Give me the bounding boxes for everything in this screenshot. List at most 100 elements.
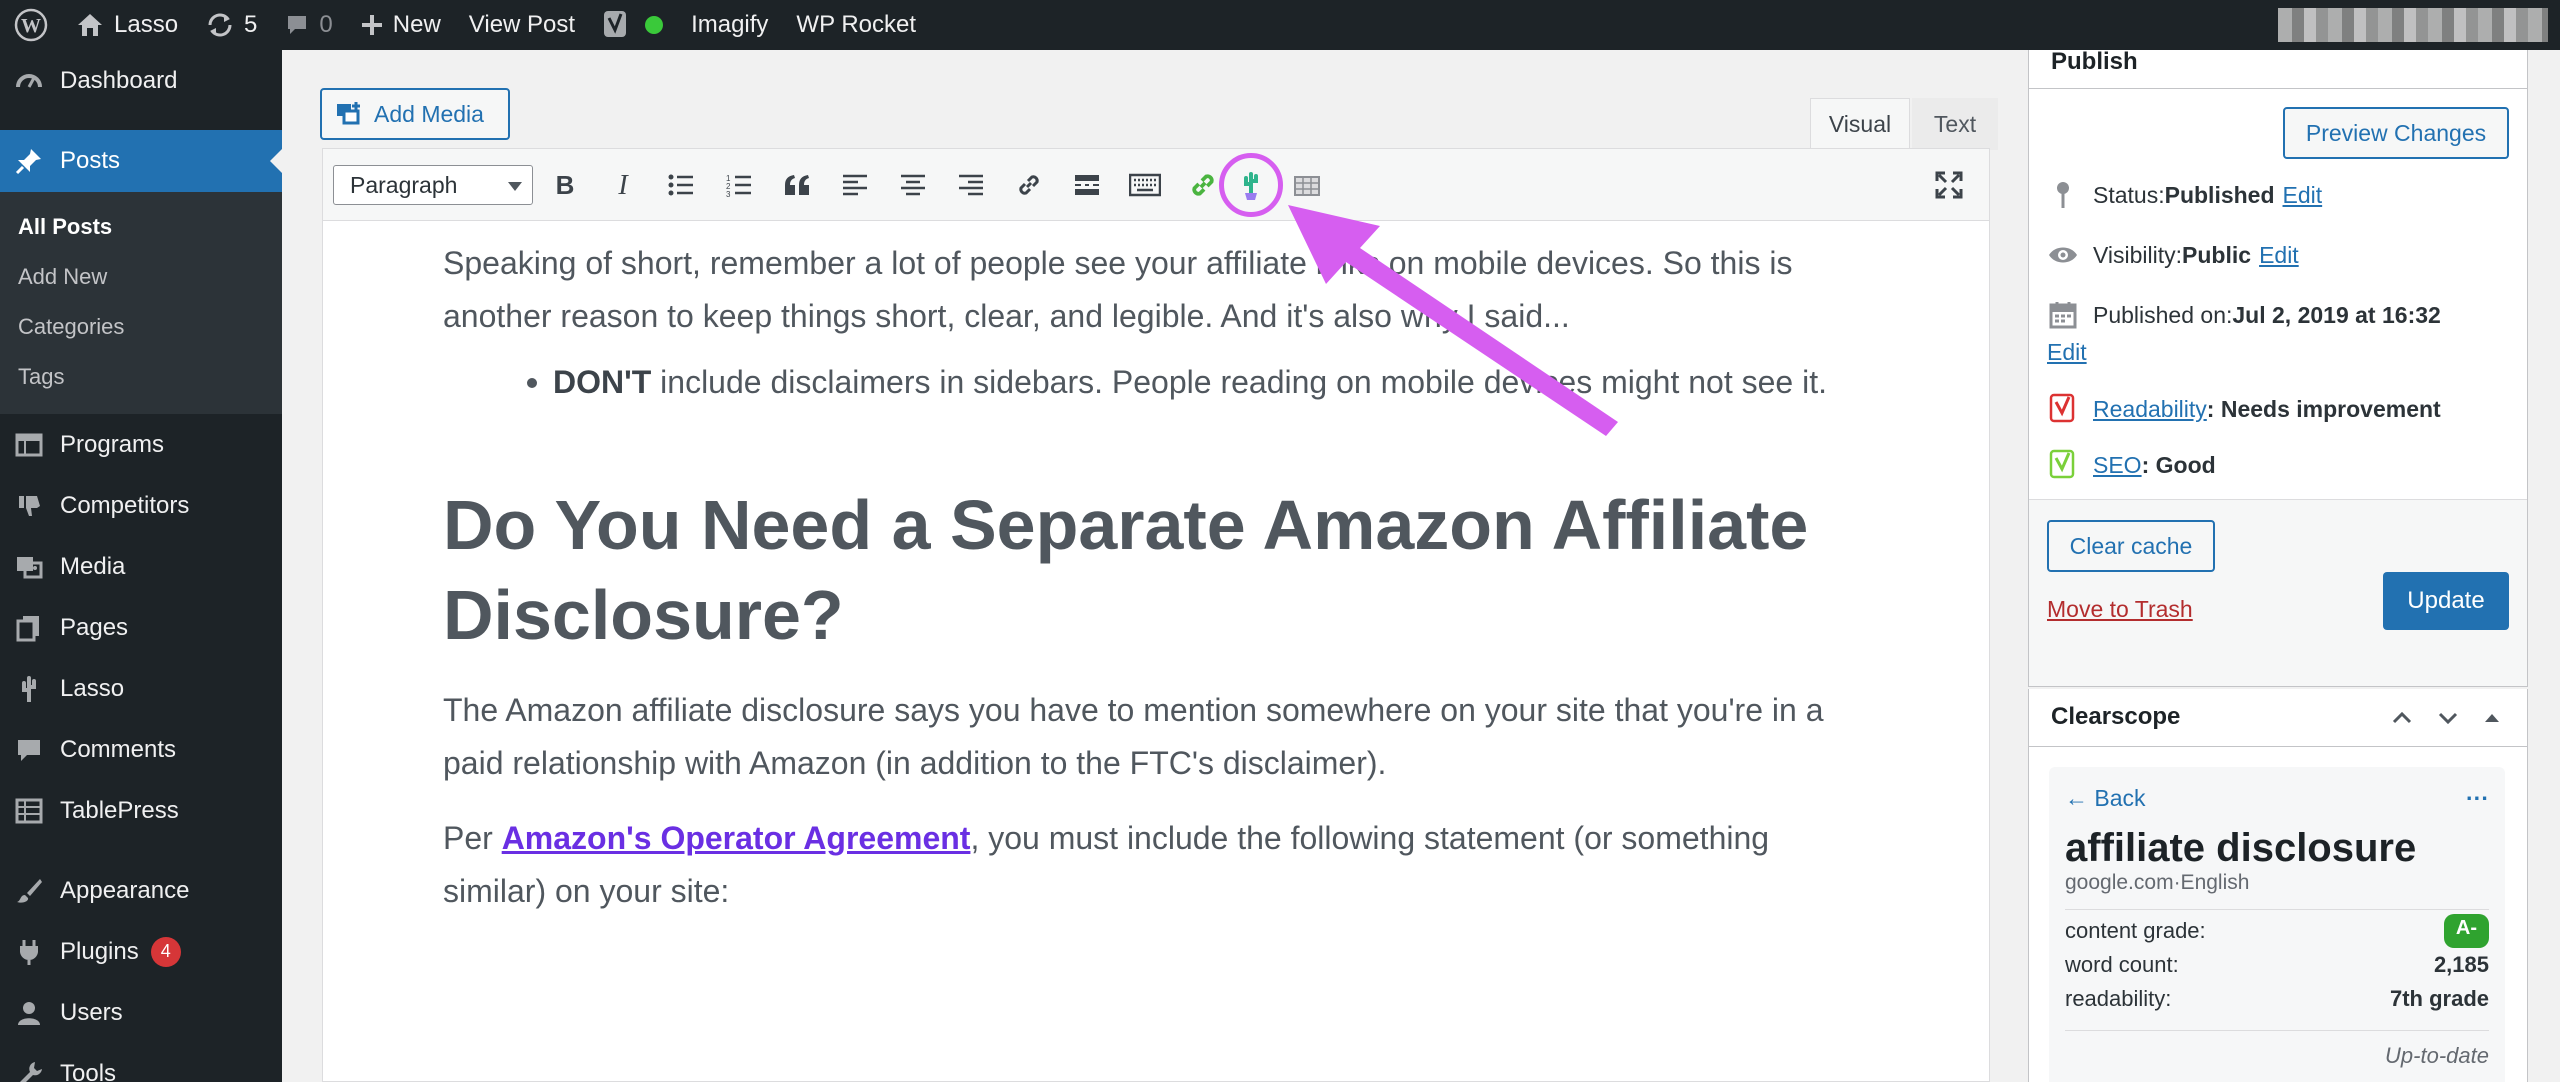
word-count-row: word count: 2,185 (2065, 948, 2489, 982)
align-right-icon (959, 174, 983, 196)
menu-plugins[interactable]: Plugins 4 (0, 921, 282, 982)
back-link[interactable]: ← Back (2065, 785, 2146, 812)
readability-link[interactable]: Readability (2093, 396, 2207, 423)
menu-media[interactable]: Media (0, 536, 282, 597)
bulleted-list-button[interactable] (663, 167, 699, 203)
svg-text:B: B (556, 172, 575, 198)
menu-users[interactable]: Users (0, 982, 282, 1043)
wordpress-logo-icon[interactable]: W (0, 0, 62, 50)
seo-row: SEO: Good (2047, 449, 2216, 481)
format-select[interactable]: Paragraph (333, 165, 533, 205)
word-count-label: word count: (2065, 952, 2179, 977)
menu-tablepress-label: TablePress (60, 796, 179, 824)
readability-row: readability: 7th grade (2065, 982, 2489, 1016)
clearscope-box-header[interactable]: Clearscope (2029, 687, 2527, 747)
comment-icon (14, 735, 44, 765)
fullscreen-icon (1935, 171, 1963, 199)
published-on-row: Published on: Jul 2, 2019 at 16:32 (2047, 299, 2441, 331)
account-avatar-blurred[interactable] (2278, 8, 2548, 42)
lasso-cactus-icon (1244, 172, 1258, 200)
menu-lasso[interactable]: Lasso (0, 658, 282, 719)
lasso-insert-button[interactable] (1233, 167, 1269, 203)
menu-tablepress[interactable]: TablePress (0, 780, 282, 841)
wrench-icon (14, 1059, 44, 1082)
new-content-link[interactable]: New (347, 0, 455, 50)
site-name-link[interactable]: Lasso (62, 0, 192, 50)
view-post-link[interactable]: View Post (455, 0, 589, 50)
editor-toolbar: Paragraph B I 123 (323, 149, 1989, 221)
menu-programs[interactable]: Programs (0, 414, 282, 475)
menu-dashboard[interactable]: Dashboard (0, 50, 282, 111)
operator-agreement-link[interactable]: Amazon's Operator Agreement (502, 820, 971, 856)
cs-readability-label: readability: (2065, 986, 2172, 1011)
published-on-edit-link[interactable]: Edit (2047, 339, 2087, 366)
comments-link[interactable]: 0 (271, 0, 346, 50)
collapse-triangle-icon[interactable] (2479, 705, 2505, 731)
wp-rocket-link[interactable]: WP Rocket (782, 0, 930, 50)
insert-link-button[interactable] (1011, 167, 1047, 203)
comments-count: 0 (319, 11, 333, 38)
clearscope-box: Clearscope ← Back ··· affiliate disclosu… (2028, 686, 2528, 1082)
submenu-tags[interactable]: Tags (0, 352, 282, 402)
menu-posts[interactable]: Posts (0, 130, 282, 192)
toolbar-toggle-button[interactable] (1127, 167, 1163, 203)
bold-button[interactable]: B (547, 167, 583, 203)
clear-cache-button[interactable]: Clear cache (2047, 520, 2215, 572)
add-media-label: Add Media (374, 100, 484, 127)
tablepress-insert-button[interactable] (1289, 167, 1325, 203)
blockquote-button[interactable] (779, 167, 815, 203)
home-icon (76, 12, 104, 38)
clearscope-title: Clearscope (2051, 702, 2181, 730)
status-edit-link[interactable]: Edit (2283, 182, 2323, 209)
chevron-down-icon[interactable] (2435, 705, 2461, 731)
submenu-categories[interactable]: Categories (0, 302, 282, 352)
svg-text:W: W (21, 15, 41, 37)
align-center-icon (901, 174, 925, 196)
align-left-button[interactable] (837, 167, 873, 203)
menu-pages[interactable]: Pages (0, 597, 282, 658)
submenu-all-posts[interactable]: All Posts (0, 202, 282, 252)
arrow-left-icon: ← (2065, 784, 2095, 811)
add-media-button[interactable]: Add Media (320, 88, 510, 140)
menu-appearance[interactable]: Appearance (0, 860, 282, 921)
seo-link[interactable]: SEO (2093, 452, 2142, 479)
published-on-label: Published on: (2093, 301, 2233, 328)
chevron-up-icon[interactable] (2389, 705, 2415, 731)
more-options-icon[interactable]: ··· (2466, 785, 2489, 812)
imagify-link[interactable]: Imagify (677, 0, 782, 50)
section-heading: Do You Need a Separate Amazon Affiliate … (443, 486, 1809, 654)
update-button[interactable]: Update (2383, 572, 2509, 630)
lasso-link-button[interactable] (1185, 167, 1221, 203)
publish-box: Publish Preview Changes Status: Publishe… (2028, 30, 2528, 689)
fullscreen-button[interactable] (1931, 167, 1967, 203)
word-count-value: 2,185 (2433, 952, 2489, 977)
menu-comments[interactable]: Comments (0, 719, 282, 780)
preview-changes-button[interactable]: Preview Changes (2283, 107, 2509, 159)
pages-icon (14, 613, 44, 643)
keyword-title: affiliate disclosure (2065, 826, 2417, 870)
back-label: Back (2094, 784, 2146, 811)
seo-value: : Good (2141, 451, 2216, 478)
updates-link[interactable]: 5 (192, 0, 271, 50)
posts-submenu: All Posts Add New Categories Tags (0, 192, 282, 414)
numbered-list-button[interactable]: 123 (721, 167, 757, 203)
visibility-edit-link[interactable]: Edit (2259, 242, 2299, 269)
para3-before: Per (443, 820, 502, 856)
visibility-label: Visibility: (2093, 241, 2183, 268)
menu-tools[interactable]: Tools (0, 1043, 282, 1082)
move-to-trash-link[interactable]: Move to Trash (2047, 596, 2193, 623)
submenu-add-new[interactable]: Add New (0, 252, 282, 302)
read-more-button[interactable] (1069, 167, 1105, 203)
imagify-label: Imagify (691, 11, 769, 38)
quote-icon (785, 175, 809, 195)
yoast-menu[interactable] (589, 0, 677, 50)
menu-competitors[interactable]: Competitors (0, 475, 282, 536)
align-right-button[interactable] (953, 167, 989, 203)
italic-button[interactable]: I (605, 167, 641, 203)
tab-visual[interactable]: Visual (1810, 98, 1910, 150)
menu-dashboard-label: Dashboard (60, 66, 178, 94)
clearscope-report-card: ← Back ··· affiliate disclosure google.c… (2049, 767, 2505, 1082)
site-name: Lasso (114, 11, 179, 38)
align-center-button[interactable] (895, 167, 931, 203)
tab-text[interactable]: Text (1912, 98, 1998, 150)
